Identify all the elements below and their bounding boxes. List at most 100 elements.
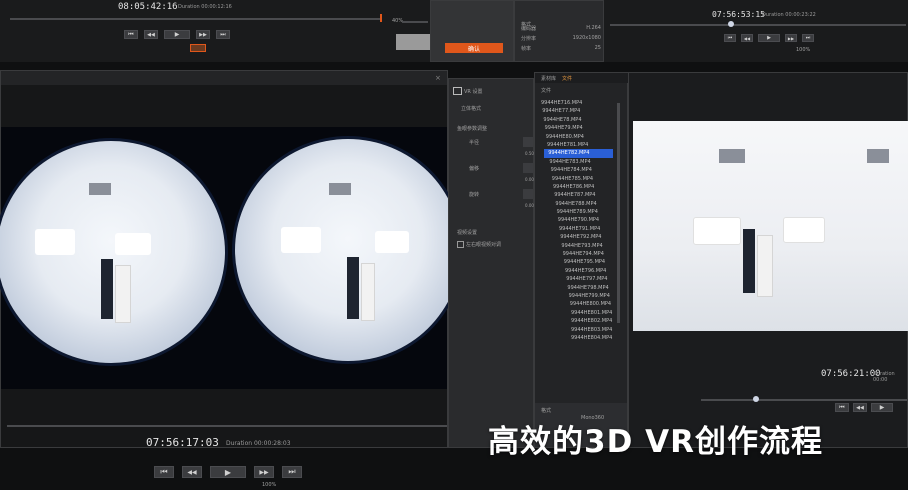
tab-files[interactable]: 文件 [562,75,572,82]
file-list-item[interactable]: 9944HE793.MP4 [557,242,613,250]
file-list-item[interactable]: 9944HE799.MP4 [565,292,613,300]
file-list-item[interactable]: 9944HE783.MP4 [545,158,613,166]
top-right-playhead-knob[interactable] [728,21,734,27]
top-left-timeline[interactable] [10,18,380,20]
file-list-item[interactable]: 9944HE801.MP4 [567,309,613,317]
file-list-item[interactable]: 9944HE802.MP4 [567,317,613,325]
file-list-item[interactable]: 9944HE77.MP4 [538,107,613,115]
property-label: 编码器 [521,26,537,32]
vr-settings-panel: VR 设置 立体格式 鱼眼参数调整 半径 0.50 偏移 0.00 旋转 0.0… [448,78,534,448]
prev-icon[interactable]: ⏮ [724,34,736,42]
play-icon[interactable]: ▶ [758,34,780,42]
param-spinbox[interactable] [523,137,533,147]
file-list-scrollbar[interactable] [617,103,620,323]
tab-library[interactable]: 素材库 [541,75,556,82]
file-list-item[interactable]: 9944HE794.MP4 [559,250,613,258]
param-spinbox[interactable] [523,163,533,173]
file-list-item[interactable]: 9944HE796.MP4 [561,267,613,275]
step-forward-icon[interactable]: ▶▶ [785,34,797,42]
right-viewer-transport: ⏮ ◀◀ ▶ [835,403,893,412]
param-label: 旋转 [469,192,480,198]
property-value: 1920x1080 [572,35,601,41]
file-list-item[interactable]: 9944HE791.MP4 [555,225,613,233]
next-icon[interactable]: ⏭ [802,34,814,42]
file-list-item[interactable]: 9944HE792.MP4 [556,233,613,241]
next-icon[interactable]: ⏭ [216,30,230,39]
ceiling-vent [329,183,351,195]
file-list-item[interactable]: 9944HE80.MP4 [542,133,613,141]
left-viewer-panel: × [0,70,461,448]
confirm-button[interactable]: 确认 [445,43,503,53]
window-shape [783,217,825,243]
file-list-item[interactable]: 9944HE78.MP4 [539,116,613,124]
file-list-item[interactable]: 9944HE787.MP4 [550,191,613,199]
top-middle-properties: 格式 编码器 H.264 分辨率 1920x1080 帧率 25 [514,0,604,62]
checkbox-label: 左右眼视频对调 [466,242,502,248]
param-row-radius: 半径 0.50 [457,137,534,156]
file-list-item[interactable]: 9944HE797.MP4 [562,275,613,283]
file-list-item[interactable]: 9944HE800.MP4 [566,300,613,308]
window-shape [115,233,151,255]
play-icon[interactable]: ▶ [871,403,893,412]
file-list-item[interactable]: 9944HE785.MP4 [548,175,613,183]
step-back-icon[interactable]: ◀◀ [853,403,867,412]
step-forward-icon[interactable]: ▶▶ [196,30,210,39]
file-list-item[interactable]: 9944HE784.MP4 [547,166,613,174]
play-icon[interactable]: ▶ [164,30,190,39]
checkbox-box[interactable] [457,241,464,248]
param-label: 偏移 [469,166,480,172]
bride-figure [115,265,131,323]
prev-icon[interactable]: ⏮ [124,30,138,39]
prev-icon[interactable]: ⏮ [154,466,174,478]
step-forward-icon[interactable]: ▶▶ [254,466,274,478]
window-shape [375,231,409,253]
file-list-item[interactable]: 9944HE798.MP4 [563,284,613,292]
left-viewer-zoom-value: 100% [262,482,277,488]
step-back-icon[interactable]: ◀◀ [741,34,753,42]
right-viewer-timecode: 07:56:21:00 [821,369,881,379]
property-value: 25 [594,45,601,51]
left-viewer-header [1,71,447,85]
top-right-timeline[interactable] [610,24,906,26]
top-left-small-orange[interactable] [190,44,206,52]
top-left-transport: ⏮ ◀◀ ▶ ▶▶ ⏭ [124,30,230,39]
file-list-item[interactable]: 9944HE790.MP4 [554,216,613,224]
file-list-item[interactable]: 9944HE716.MP4 [537,99,613,107]
equirect-frame [633,121,908,331]
left-viewer-transport: ⏮ ◀◀ ▶ ▶▶ ⏭ [154,466,302,478]
param-spinbox[interactable] [523,189,533,199]
right-viewer-playhead-knob[interactable] [753,396,759,402]
video-section-title: 视频设置 [457,230,478,236]
file-list-item[interactable]: 9944HE79.MP4 [541,124,613,132]
bride-figure [361,263,375,321]
play-icon[interactable]: ▶ [210,466,246,478]
file-list-item[interactable]: 9944HE804.MP4 [567,334,613,342]
window-shape [35,229,75,255]
file-list-item[interactable]: 9944HE788.MP4 [551,200,613,208]
ceiling-vent [89,183,111,195]
file-list-item[interactable]: 9944HE781.MP4 [543,141,613,149]
settings-subtitle: 立体格式 [461,106,482,112]
swap-eyes-checkbox-row[interactable]: 左右眼视频对调 [457,241,501,248]
right-viewer-timeline[interactable] [701,399,907,401]
left-viewer-timeline[interactable] [7,425,447,427]
top-center-panel: 确认 [430,0,514,62]
vr-icon [453,87,462,95]
top-left-zoom-slider[interactable] [402,21,428,23]
step-back-icon[interactable]: ◀◀ [144,30,158,39]
step-back-icon[interactable]: ◀◀ [182,466,202,478]
groom-figure [743,229,755,293]
property-value: H.264 [586,25,601,31]
top-left-playhead-marker[interactable] [380,14,382,22]
file-list-item[interactable]: 9944HE789.MP4 [553,208,613,216]
left-viewer-close-icon[interactable]: × [435,74,441,82]
next-icon[interactable]: ⏭ [282,466,302,478]
file-list-item[interactable]: 9944HE782.MP4 [544,149,613,158]
prev-icon[interactable]: ⏮ [835,403,849,412]
ceiling-vent [867,149,889,163]
file-list-item[interactable]: 9944HE786.MP4 [549,183,613,191]
file-browser-panel: 素材库 文件 文件 9944HE716.MP4 9944HE77.MP4 9944H… [534,72,633,448]
file-list-item[interactable]: 9944HE795.MP4 [560,258,613,266]
file-list-item[interactable]: 9944HE803.MP4 [567,326,613,334]
window-shape [693,217,741,245]
